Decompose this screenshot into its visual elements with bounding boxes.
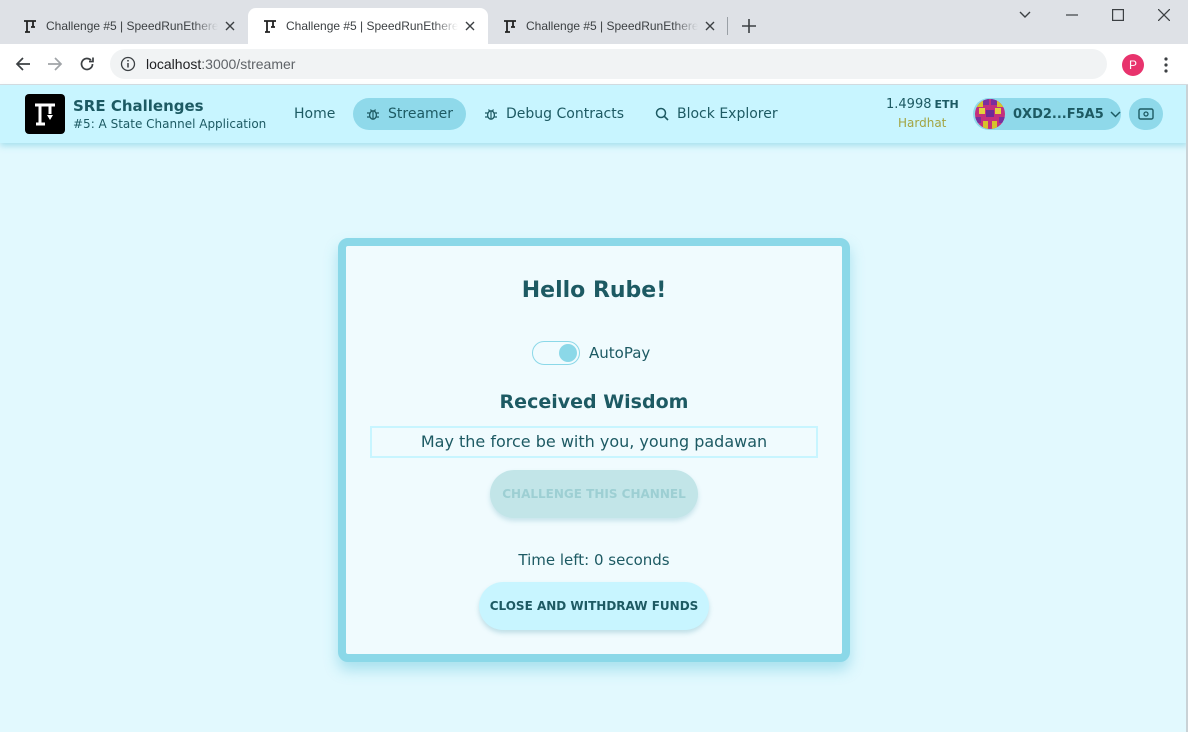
tab-search-chevron-icon[interactable] <box>1010 4 1040 26</box>
browser-tab-3[interactable]: Challenge #5 | SpeedRunEthereum <box>488 8 728 44</box>
nav-streamer-label: Streamer <box>388 106 454 122</box>
network-name: Hardhat <box>898 116 947 130</box>
address-bar[interactable]: localhost:3000/streamer <box>110 49 1107 79</box>
crane-favicon-icon <box>504 20 516 33</box>
account-address: 0XD2...F5A5 <box>1013 106 1104 122</box>
site-info-icon[interactable] <box>120 56 136 72</box>
received-wisdom-heading: Received Wisdom <box>499 391 689 413</box>
autopay-control: AutoPay <box>532 341 650 365</box>
tab-title: Challenge #5 | SpeedRunEthereum <box>286 19 458 33</box>
close-tab-icon[interactable] <box>222 18 238 34</box>
browser-tab-2-active[interactable]: Challenge #5 | SpeedRunEthereum <box>248 8 488 44</box>
crane-favicon-icon <box>264 20 276 33</box>
blockie-avatar-icon <box>975 99 1005 129</box>
nav-home-label: Home <box>294 106 336 122</box>
close-tab-icon[interactable] <box>702 18 718 34</box>
close-tab-icon[interactable] <box>462 18 478 34</box>
tab-title: Challenge #5 | SpeedRunEthereum <box>46 19 218 33</box>
toggle-knob <box>559 344 577 362</box>
chevron-down-icon <box>1110 110 1121 118</box>
forward-arrow-icon[interactable] <box>43 52 67 76</box>
reload-icon[interactable] <box>75 52 99 76</box>
close-withdraw-button[interactable]: CLOSE AND WITHDRAW FUNDS <box>479 582 709 630</box>
crane-logo-icon <box>35 103 55 126</box>
autopay-label: AutoPay <box>589 344 651 362</box>
browser-tab-1[interactable]: Challenge #5 | SpeedRunEthereum <box>8 8 248 44</box>
browser-toolbar: localhost:3000/streamer P <box>0 44 1188 85</box>
autopay-toggle[interactable] <box>532 341 580 365</box>
nav-explorer-label: Block Explorer <box>677 106 778 122</box>
sre-logo[interactable] <box>25 94 65 134</box>
time-left-text: Time left: 0 seconds <box>518 551 670 569</box>
nav-debug-contracts[interactable]: Debug Contracts <box>471 98 637 130</box>
bug-icon <box>484 107 498 121</box>
balance-value: 1.4998 <box>886 97 932 112</box>
search-icon <box>655 107 669 121</box>
tab-title: Challenge #5 | SpeedRunEthereum <box>526 19 698 33</box>
minimize-window-icon[interactable] <box>1057 4 1087 26</box>
banknote-icon <box>1138 108 1154 120</box>
url-path: :3000/streamer <box>201 56 296 72</box>
crane-favicon-icon <box>24 20 36 33</box>
nav-streamer[interactable]: Streamer <box>353 98 467 130</box>
nav-home[interactable]: Home <box>281 98 348 130</box>
app-header: SRE Challenges #5: A State Channel Appli… <box>0 85 1188 143</box>
maximize-window-icon[interactable] <box>1103 4 1133 26</box>
new-tab-plus-icon[interactable] <box>738 15 760 37</box>
faucet-button[interactable] <box>1129 98 1163 130</box>
nav-block-explorer[interactable]: Block Explorer <box>642 98 791 130</box>
streamer-card: Hello Rube! AutoPay Received Wisdom May … <box>338 238 850 662</box>
wisdom-textarea[interactable]: May the force be with you, young padawan <box>370 426 818 458</box>
brand-subtitle: #5: A State Channel Application <box>73 117 267 131</box>
brand-title[interactable]: SRE Challenges <box>73 97 204 115</box>
balance-unit: ETH <box>934 98 959 111</box>
bug-icon <box>366 107 380 121</box>
challenge-channel-button[interactable]: CHALLENGE THIS CHANNEL <box>490 470 698 518</box>
nav-debug-label: Debug Contracts <box>506 106 625 122</box>
profile-avatar[interactable]: P <box>1122 54 1144 76</box>
url-host: localhost <box>146 56 202 72</box>
close-window-icon[interactable] <box>1149 4 1179 26</box>
url-text: localhost:3000/streamer <box>146 56 295 72</box>
browser-menu-icon[interactable] <box>1156 54 1176 76</box>
account-dropdown[interactable]: 0XD2...F5A5 <box>973 98 1121 130</box>
greeting-heading: Hello Rube! <box>521 278 667 303</box>
browser-tabstrip: Challenge #5 | SpeedRunEthereum Challeng… <box>0 0 1188 44</box>
tab-separator <box>727 17 728 35</box>
eth-balance[interactable]: 1.4998 ETH <box>886 97 959 112</box>
back-arrow-icon[interactable] <box>11 52 35 76</box>
